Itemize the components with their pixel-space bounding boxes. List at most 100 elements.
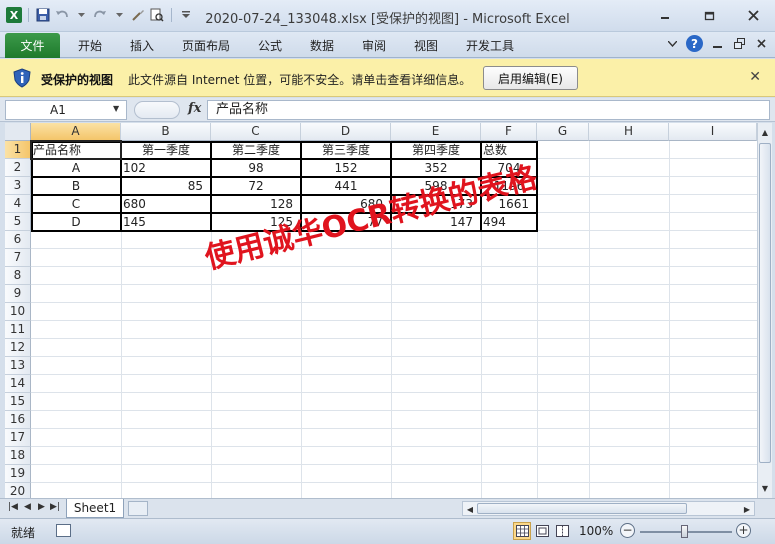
cell-d1[interactable]: 第三季度 [301, 141, 391, 159]
scroll-up-icon[interactable]: ▲ [758, 125, 772, 139]
workbook-minimize-icon[interactable] [709, 36, 725, 52]
row-header-4[interactable]: 4 [5, 195, 31, 213]
last-sheet-icon[interactable]: ▶| [50, 502, 60, 512]
close-button[interactable] [731, 0, 775, 30]
tab-file[interactable]: 文件 [5, 33, 60, 58]
cell-e1[interactable]: 第四季度 [391, 141, 481, 159]
row-header-1[interactable]: 1 [5, 141, 31, 159]
tab-developer[interactable]: 开发工具 [466, 37, 514, 54]
cell-b4[interactable]: 680 [121, 195, 211, 213]
gridline [31, 302, 757, 303]
row-header-17[interactable]: 17 [5, 429, 31, 447]
normal-view-icon[interactable] [513, 522, 531, 540]
tab-review[interactable]: 审阅 [362, 37, 386, 54]
cell-c4[interactable]: 128 [211, 195, 301, 213]
cell-b1[interactable]: 第一季度 [121, 141, 211, 159]
gridline [31, 464, 757, 465]
formula-input[interactable]: 产品名称 [207, 100, 770, 120]
status-ready: 就绪 [11, 526, 36, 540]
row-header-12[interactable]: 12 [5, 339, 31, 357]
column-header-b[interactable]: B [121, 123, 211, 141]
column-header-g[interactable]: G [537, 123, 589, 141]
name-box[interactable]: A1 [5, 100, 127, 120]
row-header-13[interactable]: 13 [5, 357, 31, 375]
cell-a4[interactable]: C [31, 195, 121, 213]
restore-button[interactable] [687, 0, 731, 30]
cell-b2[interactable]: 102 [121, 159, 211, 177]
row-header-14[interactable]: 14 [5, 375, 31, 393]
cell-a2[interactable]: A [31, 159, 121, 177]
minimize-ribbon-icon[interactable] [664, 36, 680, 52]
workbook-close-icon[interactable] [753, 36, 769, 52]
row-header-19[interactable]: 19 [5, 465, 31, 483]
column-header-a[interactable]: A [31, 123, 121, 141]
sheet-tab-sheet1[interactable]: Sheet1 [66, 499, 124, 518]
page-break-view-icon[interactable] [553, 522, 571, 540]
formula-bar-splitter[interactable] [134, 101, 180, 119]
row-header-15[interactable]: 15 [5, 393, 31, 411]
insert-sheet-button[interactable] [128, 501, 148, 516]
zoom-slider-thumb[interactable] [681, 525, 688, 538]
page-layout-view-icon[interactable] [533, 522, 551, 540]
cell-d2[interactable]: 152 [301, 159, 391, 177]
vertical-scroll-thumb[interactable] [759, 143, 771, 463]
zoom-in-icon[interactable]: + [736, 523, 751, 538]
enable-editing-button[interactable]: 启用编辑(E) [483, 66, 578, 90]
insert-function-icon[interactable]: fx [188, 101, 201, 116]
cell-a3[interactable]: B [31, 177, 121, 195]
row-header-10[interactable]: 10 [5, 303, 31, 321]
gridline [31, 356, 757, 357]
cell-c1[interactable]: 第二季度 [211, 141, 301, 159]
cell-f5[interactable]: 494 [481, 213, 537, 231]
row-header-3[interactable]: 3 [5, 177, 31, 195]
help-icon[interactable]: ? [686, 35, 703, 52]
cell-b5[interactable]: 145 [121, 213, 211, 231]
column-header-h[interactable]: H [589, 123, 669, 141]
row-header-20[interactable]: 20 [5, 483, 31, 498]
close-icon[interactable]: ✕ [749, 69, 761, 85]
cell-c3[interactable]: 72 [211, 177, 301, 195]
protected-view-message[interactable]: 此文件源自 Internet 位置，可能不安全。请单击查看详细信息。 [128, 71, 471, 88]
zoom-out-icon[interactable]: − [620, 523, 635, 538]
horizontal-scrollbar[interactable]: ◀ ▶ [462, 501, 755, 516]
column-header-f[interactable]: F [481, 123, 537, 141]
prev-sheet-icon[interactable]: ◀ [24, 502, 31, 512]
row-header-8[interactable]: 8 [5, 267, 31, 285]
row-header-6[interactable]: 6 [5, 231, 31, 249]
minimize-button[interactable] [643, 0, 687, 30]
next-sheet-icon[interactable]: ▶ [38, 502, 45, 512]
spreadsheet-grid[interactable]: A B C D E F G H I 1 2 3 4 5 6 7 8 9 10 11 12 13 14 15 16 17 18 19 20… [5, 123, 757, 498]
vertical-scrollbar[interactable]: ▲ ▼ [757, 123, 772, 498]
first-sheet-icon[interactable]: |◀ [8, 502, 18, 512]
row-header-18[interactable]: 18 [5, 447, 31, 465]
row-header-7[interactable]: 7 [5, 249, 31, 267]
cell-a5[interactable]: D [31, 213, 121, 231]
column-header-c[interactable]: C [211, 123, 301, 141]
select-all-corner[interactable] [5, 123, 31, 141]
cell-b3[interactable]: 85 [121, 177, 211, 195]
protected-view-title: 受保护的视图 [41, 73, 114, 87]
tab-page-layout[interactable]: 页面布局 [182, 37, 230, 54]
horizontal-scroll-thumb[interactable] [477, 503, 687, 514]
tab-home[interactable]: 开始 [78, 37, 102, 54]
row-header-2[interactable]: 2 [5, 159, 31, 177]
tab-formulas[interactable]: 公式 [258, 37, 282, 54]
scroll-left-icon[interactable]: ◀ [463, 502, 477, 516]
row-header-16[interactable]: 16 [5, 411, 31, 429]
scroll-down-icon[interactable]: ▼ [758, 481, 772, 495]
scroll-right-icon[interactable]: ▶ [740, 502, 754, 516]
column-header-e[interactable]: E [391, 123, 481, 141]
row-header-9[interactable]: 9 [5, 285, 31, 303]
column-header-d[interactable]: D [301, 123, 391, 141]
macro-record-icon[interactable] [56, 524, 71, 537]
row-header-11[interactable]: 11 [5, 321, 31, 339]
workbook-restore-icon[interactable] [731, 36, 747, 52]
cell-c2[interactable]: 98 [211, 159, 301, 177]
tab-view[interactable]: 视图 [414, 37, 438, 54]
tab-insert[interactable]: 插入 [130, 37, 154, 54]
zoom-level[interactable]: 100% [579, 524, 613, 538]
chevron-down-icon[interactable]: ▼ [113, 104, 119, 113]
tab-data[interactable]: 数据 [310, 37, 334, 54]
column-header-i[interactable]: I [669, 123, 757, 141]
row-header-5[interactable]: 5 [5, 213, 31, 231]
